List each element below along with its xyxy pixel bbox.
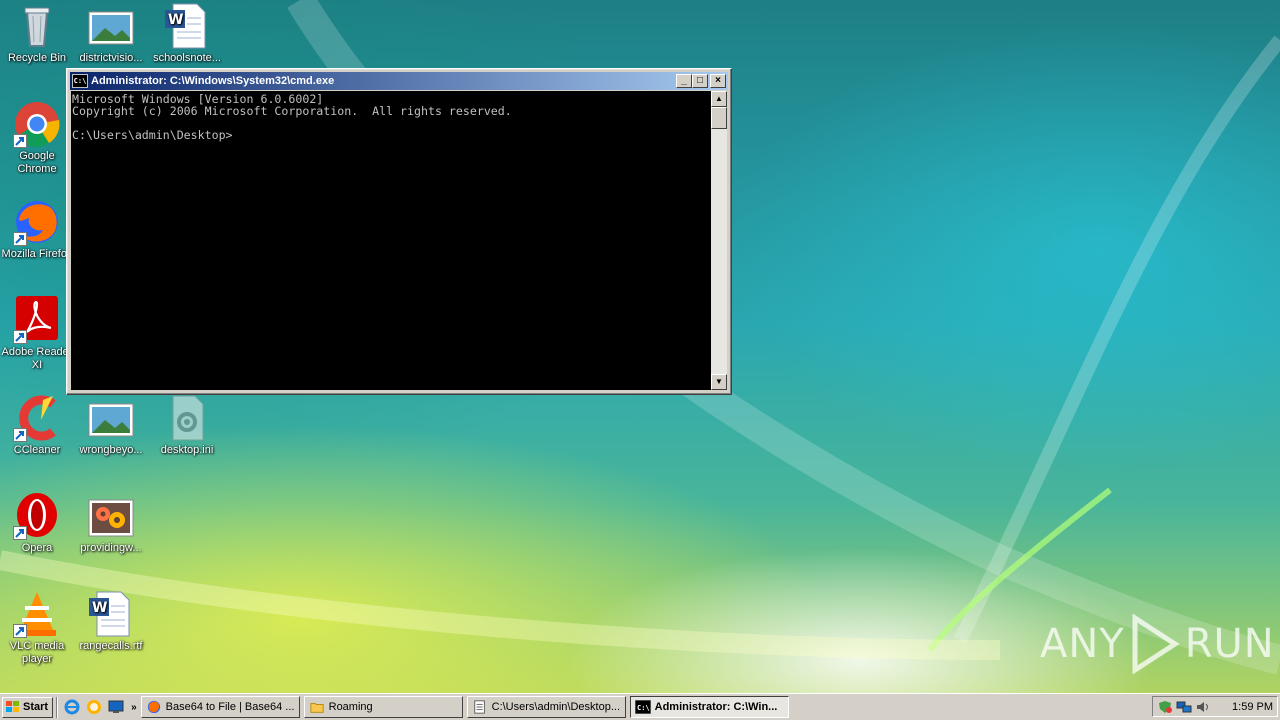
taskbar-button-firefox[interactable]: Base64 to File | Base64 ...	[140, 696, 300, 718]
cmd-icon: C:\	[72, 74, 88, 88]
photo-file-icon	[87, 492, 135, 540]
scroll-down-icon[interactable]: ▼	[711, 374, 727, 390]
cmd-window[interactable]: C:\ Administrator: C:\Windows\System32\c…	[66, 68, 732, 395]
desktop-icon-desktop-ini[interactable]: desktop.ini	[150, 394, 224, 457]
taskbar-separator	[56, 696, 59, 718]
start-button[interactable]: Start	[2, 696, 54, 718]
folder-icon	[310, 703, 324, 713]
firefox-icon	[13, 198, 61, 246]
desktop-icon-districtvision[interactable]: districtvisio...	[74, 2, 148, 65]
taskbar-button-label: C:\Users\admin\Desktop...	[491, 701, 620, 713]
taskbar-button-label: Base64 to File | Base64 ...	[165, 701, 295, 713]
firefox-icon	[147, 700, 160, 714]
opera-icon	[13, 492, 61, 540]
scroll-thumb[interactable]	[711, 107, 727, 129]
desktop-icon-recycle-bin[interactable]: Recycle Bin	[0, 2, 74, 65]
shortcut-arrow-icon	[13, 134, 27, 148]
desktop-icon-opera[interactable]: Opera	[0, 492, 74, 555]
quicklaunch-more-icon[interactable]: »	[131, 702, 137, 713]
desktop-icon-label: schoolsnote...	[153, 52, 221, 64]
desktop-icon-label: wrongbeyo...	[79, 444, 143, 456]
watermark-left: ANY	[1040, 621, 1125, 667]
maximize-button[interactable]: □	[692, 74, 708, 88]
volume-icon[interactable]	[1195, 700, 1211, 714]
play-logo-icon	[1132, 614, 1180, 674]
settings-file-icon	[163, 394, 211, 442]
desktop-icon-adobe-reader[interactable]: Adobe Reader XI	[0, 296, 74, 372]
cmd-icon: C:\	[634, 700, 651, 714]
show-desktop-icon[interactable]	[108, 699, 124, 715]
desktop-icon-wrongbeyond[interactable]: wrongbeyo...	[74, 394, 148, 457]
watermark-right: RUN	[1184, 621, 1275, 667]
svg-text:W: W	[168, 12, 183, 28]
svg-text:C:\: C:\	[637, 704, 650, 712]
svg-text:W: W	[92, 600, 107, 616]
word-document-icon: W	[87, 590, 135, 638]
desktop-icon-label: providingw...	[80, 542, 142, 554]
image-file-icon	[87, 394, 135, 442]
desktop-icon-vlc[interactable]: VLC media player	[0, 590, 74, 666]
desktop-icon-label: Adobe Reader XI	[1, 346, 73, 371]
shortcut-arrow-icon	[13, 428, 27, 442]
taskbar-button-notepad[interactable]: C:\Users\admin\Desktop...	[466, 696, 626, 718]
shortcut-arrow-icon	[13, 526, 27, 540]
network-icon[interactable]	[1176, 700, 1192, 714]
chrome-icon	[13, 100, 61, 148]
vlc-icon	[13, 590, 61, 638]
shortcut-arrow-icon	[13, 330, 27, 344]
ccleaner-icon	[13, 394, 61, 442]
desktop-icon-label: Mozilla Firefox	[1, 248, 73, 260]
notepad-icon	[473, 700, 485, 714]
console-output[interactable]: Microsoft Windows [Version 6.0.6002] Copy…	[71, 91, 711, 390]
close-button[interactable]: ×	[710, 74, 726, 88]
taskbar-button-roaming[interactable]: Roaming	[303, 696, 463, 718]
taskbar-button-label: Administrator: C:\Win...	[654, 701, 778, 713]
shortcut-arrow-icon	[13, 624, 27, 638]
window-controls: _ □ ×	[676, 74, 726, 88]
clock[interactable]: 1:59 PM	[1232, 701, 1273, 713]
shortcut-arrow-icon	[13, 232, 27, 246]
desktop-icon-label: desktop.ini	[160, 444, 214, 456]
desktop-icon-schoolsnote[interactable]: W schoolsnote...	[150, 2, 224, 65]
desktop-icon-mozilla-firefox[interactable]: Mozilla Firefox	[0, 198, 74, 261]
recycle-bin-icon	[13, 2, 61, 50]
image-file-icon	[87, 2, 135, 50]
security-shield-icon[interactable]	[1157, 700, 1173, 714]
desktop-icon-rangecalls[interactable]: W rangecalls.rtf	[74, 590, 148, 653]
window-title: Administrator: C:\Windows\System32\cmd.e…	[91, 75, 335, 87]
browser-quicklaunch-icon[interactable]	[86, 699, 102, 715]
desktop-icon-label: rangecalls.rtf	[79, 640, 143, 652]
adobe-reader-icon	[13, 296, 61, 344]
desktop-icon-label: Opera	[21, 542, 53, 554]
desktop-icon-label: districtvisio...	[79, 52, 143, 64]
word-document-icon: W	[163, 2, 211, 50]
internet-explorer-icon[interactable]	[64, 699, 80, 715]
start-label: Start	[23, 701, 49, 713]
scroll-up-icon[interactable]: ▲	[711, 91, 727, 107]
cmd-titlebar[interactable]: C:\ Administrator: C:\Windows\System32\c…	[70, 72, 728, 90]
desktop-icon-label: CCleaner	[13, 444, 61, 456]
taskbar-button-label: Roaming	[328, 701, 373, 713]
vertical-scrollbar[interactable]: ▲ ▼	[711, 91, 727, 390]
desktop-icon-label: VLC media player	[9, 640, 65, 665]
minimize-button[interactable]: _	[676, 74, 692, 88]
taskbar-button-cmd[interactable]: C:\ Administrator: C:\Win...	[629, 696, 789, 718]
desktop-icon-label: Recycle Bin	[7, 52, 67, 64]
desktop-icon-providingw[interactable]: providingw...	[74, 492, 148, 555]
desktop-icon-ccleaner[interactable]: CCleaner	[0, 394, 74, 457]
system-tray: 1:59 PM	[1152, 696, 1278, 717]
taskbar: Start » Base64 to File | Base64 ... Roam…	[0, 693, 1280, 720]
console-line: Copyright (c) 2006 Microsoft Corporation…	[72, 104, 512, 118]
desktop-icon-label: Google Chrome	[17, 150, 57, 175]
anyrun-watermark: ANY RUN	[1040, 614, 1275, 674]
console-prompt: C:\Users\admin\Desktop>	[72, 128, 233, 142]
windows-logo-icon	[6, 701, 20, 713]
desktop-icon-google-chrome[interactable]: Google Chrome	[0, 100, 74, 176]
